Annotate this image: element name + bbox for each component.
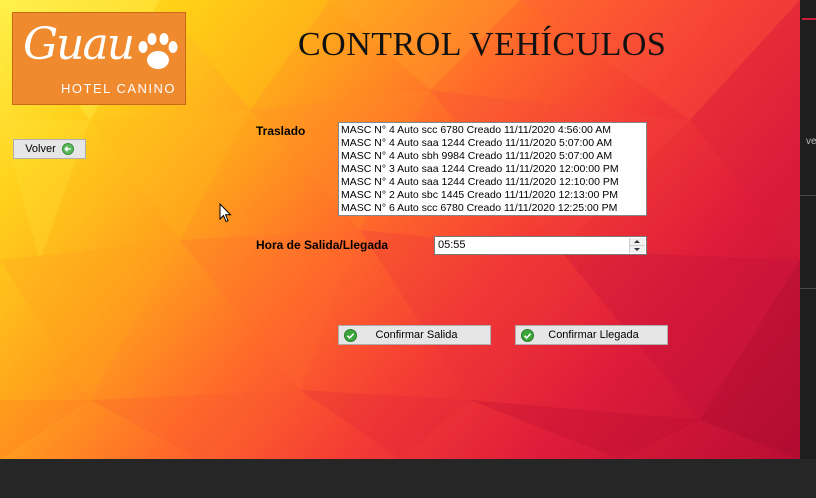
time-picker[interactable]: 05:55 [434, 236, 647, 255]
window-accent [800, 0, 816, 20]
confirmar-llegada-button[interactable]: Confirmar Llegada [515, 325, 668, 345]
logo: Guau HOTEL CANINO [12, 12, 186, 105]
paw-icon [138, 33, 178, 69]
accent-bar [802, 18, 816, 20]
spin-down-icon[interactable] [630, 246, 645, 253]
list-item[interactable]: MASC N° 6 Auto scc 6780 Creado 11/11/202… [341, 202, 644, 215]
list-item[interactable]: MASC N° 2 Auto sbc 1445 Creado 11/11/202… [341, 189, 644, 202]
spin-up-icon[interactable] [630, 238, 645, 246]
confirmar-llegada-label: Confirmar Llegada [548, 329, 639, 341]
check-icon [344, 328, 357, 342]
traslado-listbox[interactable]: MASC N° 4 Auto scc 6780 Creado 11/11/202… [338, 122, 647, 216]
page-title: CONTROL VEHÍCULOS [298, 26, 667, 63]
list-item[interactable]: MASC N° 4 Auto scc 6780 Creado 11/11/202… [341, 124, 644, 137]
logo-brand: Guau [23, 19, 135, 70]
side-panel-text: ve [806, 136, 816, 147]
time-spinner[interactable] [629, 238, 645, 253]
list-item[interactable]: MASC N° 3 Auto saa 1244 Creado 11/11/202… [341, 163, 644, 176]
confirmar-salida-label: Confirmar Salida [375, 329, 458, 341]
side-panel: ve [800, 0, 816, 459]
check-icon [521, 328, 534, 342]
divider [800, 288, 816, 289]
confirmar-salida-button[interactable]: Confirmar Salida [338, 325, 491, 345]
traslado-label: Traslado [256, 124, 306, 138]
list-item[interactable]: MASC N° 4 Auto saa 1244 Creado 11/11/202… [341, 137, 644, 150]
divider [800, 195, 816, 196]
list-item[interactable]: MASC N° 4 Auto sbh 9984 Creado 11/11/202… [341, 150, 644, 163]
app-window: Guau HOTEL CANINO CONTROL VEHÍCULOS Volv… [0, 0, 800, 459]
volver-label: Volver [25, 143, 56, 155]
logo-subtitle: HOTEL CANINO [61, 81, 177, 96]
back-arrow-icon [61, 143, 74, 155]
list-item[interactable]: MASC N° 4 Auto saa 1244 Creado 11/11/202… [341, 176, 644, 189]
taskbar-area [0, 459, 816, 498]
hora-label: Hora de Salida/Llegada [256, 238, 389, 252]
mouse-cursor-icon [219, 203, 232, 223]
volver-button[interactable]: Volver [13, 139, 86, 159]
time-value[interactable]: 05:55 [438, 239, 466, 251]
